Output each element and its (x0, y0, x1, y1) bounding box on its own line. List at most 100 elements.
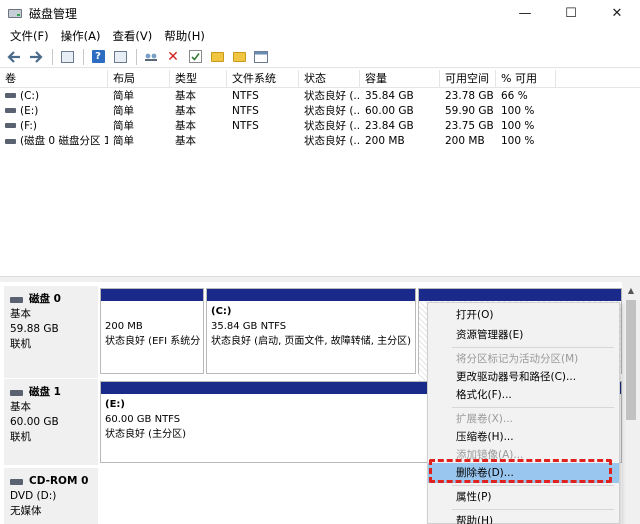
menu-item-change-drive-letter[interactable]: 更改驱动器号和路径(C)... (428, 367, 619, 387)
volume-percent-free: 100 % (501, 134, 535, 147)
disk-type: 基本 (10, 308, 31, 320)
disk-management-icon (7, 6, 23, 20)
volume-status: 状态良好 (... (304, 120, 360, 132)
volume-layout: 简单 (113, 120, 134, 132)
toolbar-separator (136, 48, 137, 65)
volume-icon (5, 108, 16, 113)
volume-layout: 简单 (113, 135, 134, 147)
disk-1-label[interactable]: 磁盘 1 基本 60.00 GB 联机 (4, 379, 98, 465)
volume-capacity: 23.84 GB (365, 119, 414, 132)
volume-filesystem: NTFS (232, 104, 259, 117)
menu-item-mark-active[interactable]: 将分区标记为活动分区(M) (428, 349, 619, 369)
toolbar-separator (83, 48, 84, 65)
menu-item-help[interactable]: 帮助(H) (428, 511, 619, 524)
volume-type: 基本 (175, 105, 196, 117)
column-header-status[interactable]: 状态 (299, 70, 360, 88)
vertical-scrollbar[interactable]: ▲ (622, 282, 640, 524)
partition-status: 状态良好 (EFI 系统分 (105, 336, 201, 347)
column-header-percent-free[interactable]: % 可用 (496, 70, 556, 88)
disk-icon (10, 389, 23, 396)
connect-icon[interactable] (141, 48, 161, 66)
folder-up-icon[interactable] (207, 48, 227, 66)
menu-item-extend-volume[interactable]: 扩展卷(X)... (428, 409, 619, 429)
volume-name: (F:) (20, 119, 37, 132)
volume-status: 状态良好 (... (304, 105, 360, 117)
disk-type: 基本 (10, 401, 31, 413)
volume-status: 状态良好 (... (304, 135, 360, 147)
volume-row-c[interactable]: (C:) 简单 基本 NTFS 状态良好 (... 35.84 GB 23.78… (0, 88, 640, 103)
check-icon[interactable] (185, 48, 205, 66)
disk-size: 60.00 GB (10, 416, 59, 428)
delete-icon[interactable]: ✕ (163, 48, 183, 66)
menu-item-properties[interactable]: 属性(P) (428, 487, 619, 507)
column-header-type[interactable]: 类型 (170, 70, 227, 88)
partition-bar (419, 289, 621, 301)
menu-item-format[interactable]: 格式化(F)... (428, 385, 619, 405)
volume-name: (C:) (20, 89, 40, 102)
column-header-free-space[interactable]: 可用空间 (440, 70, 496, 88)
column-header-layout[interactable]: 布局 (108, 70, 170, 88)
maximize-icon[interactable]: ☐ (548, 0, 594, 26)
menu-bar: 文件(F) 操作(A) 查看(V) 帮助(H) (0, 26, 640, 46)
partition-name: (C:) (211, 306, 232, 317)
volume-type: 基本 (175, 135, 196, 147)
volume-layout: 简单 (113, 105, 134, 117)
volume-layout: 简单 (113, 90, 134, 102)
volume-row-e[interactable]: (E:) 简单 基本 NTFS 状态良好 (... 60.00 GB 59.90… (0, 103, 640, 118)
properties-icon[interactable] (110, 48, 130, 66)
menu-file[interactable]: 文件(F) (4, 28, 55, 44)
volume-capacity: 60.00 GB (365, 104, 414, 117)
window-controls: — ☐ ✕ (502, 0, 640, 26)
window-title: 磁盘管理 (29, 6, 78, 21)
volume-capacity: 200 MB (365, 134, 405, 147)
volume-type: 基本 (175, 120, 196, 132)
scroll-up-icon[interactable]: ▲ (622, 282, 640, 298)
menu-item-explorer[interactable]: 资源管理器(E) (428, 325, 619, 345)
delete-volume-highlight (429, 459, 612, 483)
volume-icon (5, 138, 16, 144)
scrollbar-thumb[interactable] (626, 300, 636, 420)
partition-status: 状态良好 (启动, 页面文件, 故障转储, 主分区) (211, 336, 412, 347)
forward-arrow-icon[interactable] (26, 48, 46, 66)
disk-status: 联机 (10, 431, 31, 443)
menu-separator (452, 485, 614, 486)
disk-0-label[interactable]: 磁盘 0 基本 59.88 GB 联机 (4, 286, 98, 378)
volume-free-space: 23.78 GB (445, 89, 494, 102)
volume-row-f[interactable]: (F:) 简单 基本 NTFS 状态良好 (... 23.84 GB 23.75… (0, 118, 640, 133)
console-tree-icon[interactable] (57, 48, 77, 66)
help-icon[interactable]: ? (88, 48, 108, 66)
window-icon[interactable] (251, 48, 271, 66)
menu-item-open[interactable]: 打开(O) (428, 305, 619, 325)
folder-search-icon[interactable] (229, 48, 249, 66)
volume-filesystem: NTFS (232, 89, 259, 102)
column-header-capacity[interactable]: 容量 (360, 70, 440, 88)
partition-c[interactable]: (C:) 35.84 GB NTFS 状态良好 (启动, 页面文件, 故障转储,… (206, 288, 416, 374)
menu-help[interactable]: 帮助(H) (158, 28, 211, 44)
volume-list-header: 卷 布局 类型 文件系统 状态 容量 可用空间 % 可用 (0, 70, 640, 88)
column-header-filesystem[interactable]: 文件系统 (227, 70, 299, 88)
volume-percent-free: 100 % (501, 119, 535, 132)
disk-status: 联机 (10, 338, 31, 350)
menu-separator (452, 407, 614, 408)
toolbar-separator (52, 48, 53, 65)
volume-name: (E:) (20, 104, 39, 117)
cdrom-0-label[interactable]: CD-ROM 0 DVD (D:) 无媒体 (4, 468, 98, 524)
toolbar: ? ✕ (0, 46, 640, 68)
volume-percent-free: 100 % (501, 104, 535, 117)
volume-type: 基本 (175, 90, 196, 102)
partition-size: 200 MB (105, 321, 143, 332)
column-header-volume[interactable]: 卷 (0, 70, 108, 88)
disk-name: 磁盘 0 (29, 293, 61, 305)
menu-view[interactable]: 查看(V) (106, 28, 158, 44)
menu-item-shrink-volume[interactable]: 压缩卷(H)... (428, 427, 619, 447)
menu-separator (452, 509, 614, 510)
partition-efi[interactable]: 200 MB 状态良好 (EFI 系统分 (100, 288, 204, 374)
volume-row-efi[interactable]: (磁盘 0 磁盘分区 1) 简单 基本 状态良好 (... 200 MB 200… (0, 133, 640, 148)
disk-type: DVD (D:) (10, 490, 57, 502)
back-arrow-icon[interactable] (4, 48, 24, 66)
context-menu: 打开(O) 资源管理器(E) 将分区标记为活动分区(M) 更改驱动器号和路径(C… (427, 302, 620, 524)
close-icon[interactable]: ✕ (594, 0, 640, 26)
minimize-icon[interactable]: — (502, 0, 548, 26)
disk-size: 59.88 GB (10, 323, 59, 335)
menu-action[interactable]: 操作(A) (55, 28, 107, 44)
